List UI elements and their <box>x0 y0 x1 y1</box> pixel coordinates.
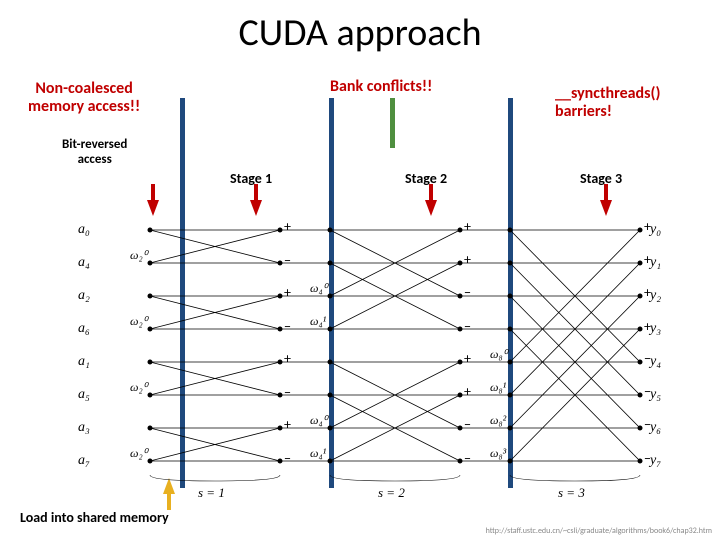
fft-butterfly-diagram <box>65 215 685 495</box>
anno-syncthreads: __syncthreads()barriers! <box>555 85 660 122</box>
in-3: a₆ <box>78 321 90 337</box>
in-1: a₄ <box>78 255 90 271</box>
op-minus: − <box>284 450 291 467</box>
op-plus: + <box>644 218 651 235</box>
op-plus: + <box>464 218 471 235</box>
citation: http://staff.ustc.edu.cn/~csli/graduate/… <box>486 526 712 536</box>
op-plus: + <box>464 251 471 268</box>
arrow-input <box>147 200 159 216</box>
twiddle-s2-2: ω₄⁰ <box>310 413 327 428</box>
op-minus: − <box>644 350 651 367</box>
op-plus: + <box>284 416 291 433</box>
op-plus: + <box>464 350 471 367</box>
in-7: a₇ <box>78 453 90 469</box>
out-4: y₄ <box>650 354 661 370</box>
in-6: a₃ <box>78 420 90 436</box>
op-minus: − <box>284 384 291 401</box>
op-plus: + <box>644 284 651 301</box>
anno-load-shared: Load into shared memory <box>20 510 169 526</box>
op-minus: − <box>284 252 291 269</box>
out-0: y₀ <box>650 222 661 238</box>
twiddle-s3-3: ω₈³ <box>490 446 506 461</box>
page-title: CUDA approach <box>0 0 720 56</box>
op-plus: + <box>644 318 651 335</box>
stage-mark-2: s = 2 <box>378 485 405 501</box>
stage-1-label: Stage 1 <box>230 170 272 187</box>
out-2: y₂ <box>650 288 661 304</box>
twiddle-s1-0: ω₂⁰ <box>130 248 147 263</box>
op-plus: + <box>284 218 291 235</box>
in-0: a₀ <box>78 222 90 238</box>
op-minus: − <box>644 416 651 433</box>
arrow-stage1 <box>250 200 262 216</box>
stage-mark-1: s = 1 <box>198 485 225 501</box>
twiddle-s3-2: ω₈² <box>490 413 506 428</box>
op-minus: − <box>644 383 651 400</box>
in-4: a₁ <box>78 354 90 370</box>
op-minus: − <box>464 416 471 433</box>
op-plus: + <box>464 383 471 400</box>
out-1: y₁ <box>650 255 661 271</box>
op-plus: + <box>284 350 291 367</box>
op-minus: − <box>464 318 471 335</box>
op-plus: + <box>284 284 291 301</box>
anno-bank-conflicts: Bank conflicts!! <box>330 78 432 96</box>
op-minus: − <box>464 450 471 467</box>
op-minus: − <box>644 450 651 467</box>
out-7: y₇ <box>650 453 661 469</box>
twiddle-s2-1: ω₄¹ <box>310 314 326 329</box>
twiddle-s3-1: ω₈¹ <box>490 380 506 395</box>
arrow-stage3 <box>600 200 612 216</box>
anno-bit-reversed: Bit-reversedaccess <box>62 138 127 168</box>
op-minus: − <box>284 318 291 335</box>
stage-3-label: Stage 3 <box>580 170 622 187</box>
out-6: y₆ <box>650 420 661 436</box>
arrow-stage2 <box>425 200 437 216</box>
in-5: a₅ <box>78 387 90 403</box>
op-minus: − <box>464 284 471 301</box>
op-plus: + <box>644 251 651 268</box>
in-2: a₂ <box>78 288 90 304</box>
stage-2-label: Stage 2 <box>405 170 447 187</box>
stage-mark-3: s = 3 <box>558 485 585 501</box>
twiddle-s2-3: ω₄¹ <box>310 446 326 461</box>
twiddle-s2-0: ω₄⁰ <box>310 281 327 296</box>
out-3: y₃ <box>650 321 661 337</box>
bank-conflict-bar <box>390 98 395 148</box>
out-5: y₅ <box>650 387 661 403</box>
twiddle-s3-0: ω₈⁰ <box>490 347 507 362</box>
anno-non-coalesced: Non-coalescedmemory access!! <box>28 80 140 117</box>
twiddle-s1-1: ω₂⁰ <box>130 314 147 329</box>
twiddle-s1-3: ω₂⁰ <box>130 446 147 461</box>
twiddle-s1-2: ω₂⁰ <box>130 380 147 395</box>
